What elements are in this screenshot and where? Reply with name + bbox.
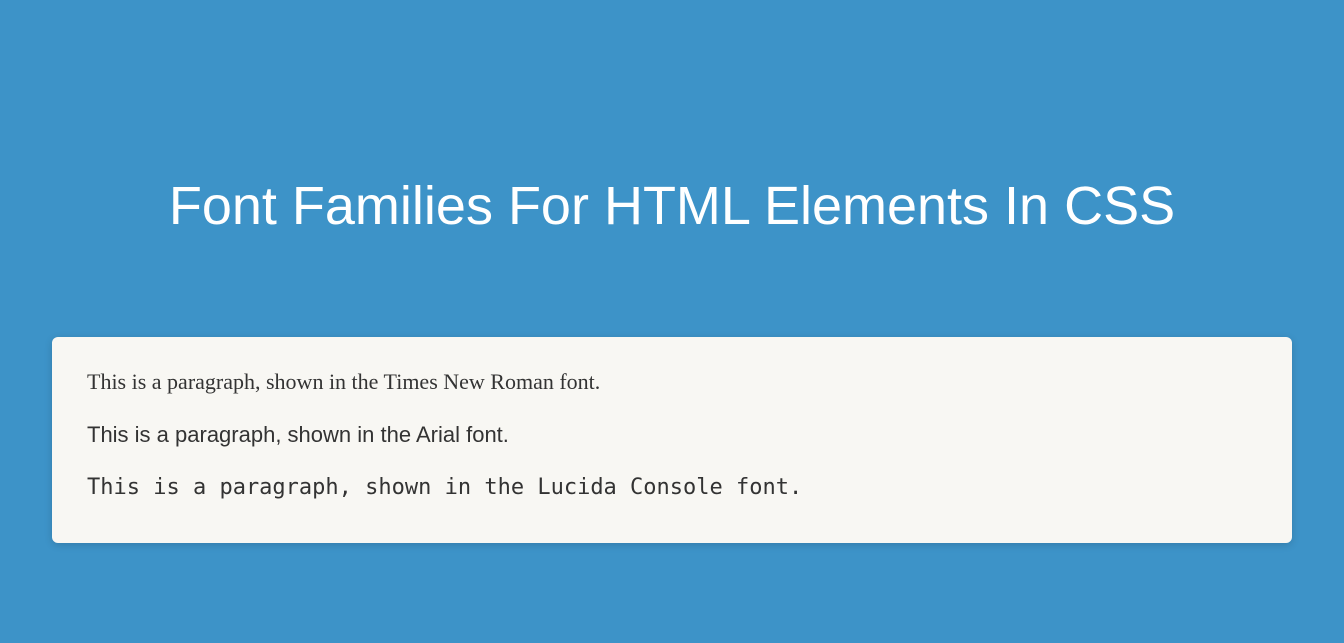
example-card: This is a paragraph, shown in the Times … <box>52 337 1292 543</box>
paragraph-arial: This is a paragraph, shown in the Arial … <box>87 420 1257 451</box>
paragraph-lucida: This is a paragraph, shown in the Lucida… <box>87 473 1257 504</box>
page-heading: Font Families For HTML Elements In CSS <box>169 175 1175 237</box>
paragraph-times: This is a paragraph, shown in the Times … <box>87 367 1257 398</box>
